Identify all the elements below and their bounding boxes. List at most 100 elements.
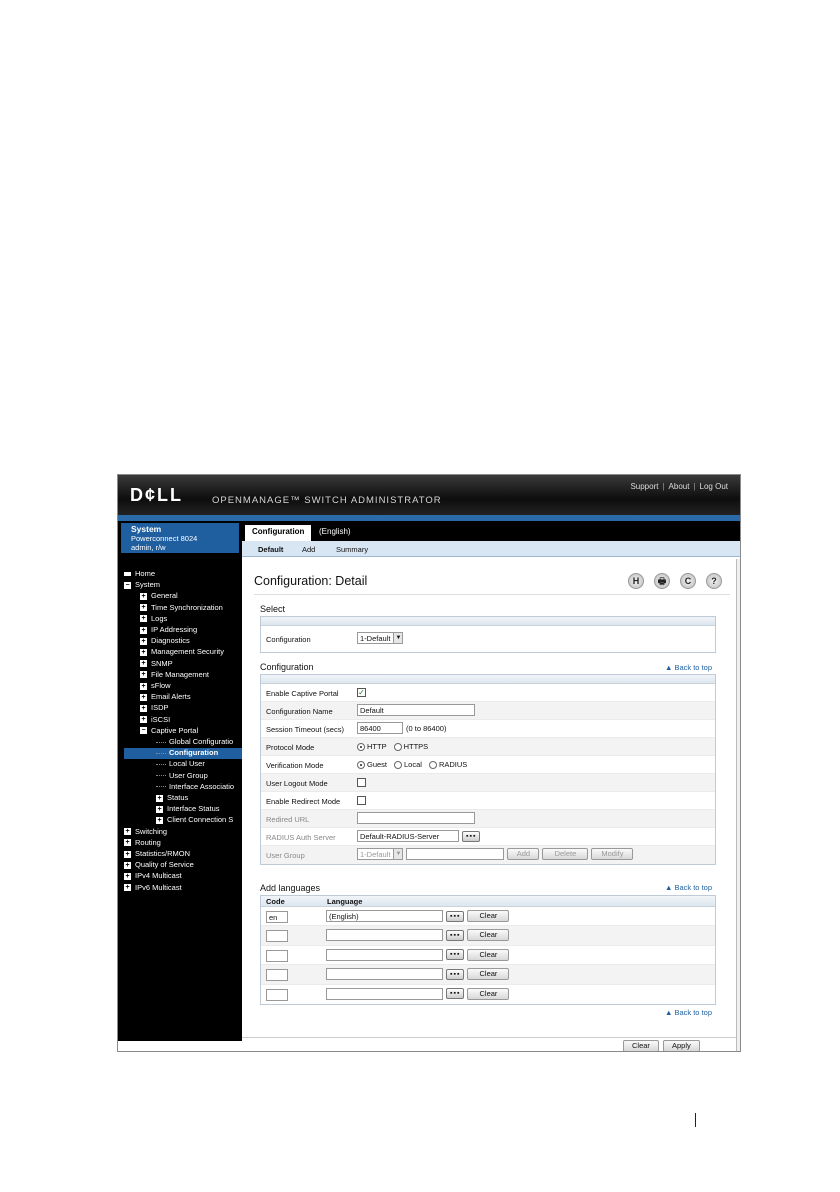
- help-h-icon[interactable]: H: [628, 573, 644, 589]
- language-name-field[interactable]: (English): [326, 910, 443, 922]
- subtab-default[interactable]: Default: [258, 545, 283, 554]
- subtab-add[interactable]: Add: [302, 545, 315, 554]
- guest-radio[interactable]: [357, 760, 365, 769]
- tab-configuration[interactable]: Configuration: [245, 525, 312, 541]
- sidebar-item[interactable]: + Time Synchronization: [140, 603, 223, 614]
- sidebar-item[interactable]: + Quality of Service: [124, 860, 194, 871]
- expand-icon[interactable]: +: [140, 592, 147, 600]
- verification-radius-option[interactable]: RADIUS: [428, 760, 467, 769]
- language-code-field[interactable]: en: [266, 911, 288, 923]
- expand-icon[interactable]: +: [140, 626, 147, 634]
- expand-icon[interactable]: +: [124, 884, 131, 892]
- expand-icon[interactable]: +: [140, 693, 147, 701]
- language-code-field[interactable]: [266, 930, 288, 943]
- language-browse-button[interactable]: ▪▪▪: [446, 988, 465, 1000]
- language-name-field[interactable]: [326, 948, 443, 961]
- language-code-field[interactable]: [266, 988, 288, 1001]
- sidebar-item[interactable]: + Management Security: [140, 647, 224, 658]
- redirect-url-field[interactable]: [357, 812, 475, 824]
- expand-icon[interactable]: +: [124, 861, 131, 869]
- sidebar-item[interactable]: + sFlow: [140, 681, 171, 692]
- sidebar-item[interactable]: + ISDP: [140, 703, 169, 714]
- sidebar-item[interactable]: + iSCSI: [140, 715, 170, 726]
- collapse-icon[interactable]: −: [140, 727, 147, 735]
- language-name-field[interactable]: [326, 968, 443, 981]
- about-link[interactable]: About: [669, 482, 690, 491]
- language-clear-button[interactable]: Clear: [467, 948, 510, 961]
- language-clear-button[interactable]: Clear: [467, 910, 510, 922]
- sidebar-item[interactable]: − Captive Portal: [140, 726, 198, 737]
- support-link[interactable]: Support: [630, 482, 658, 491]
- sidebar-item[interactable]: Configuration: [124, 748, 242, 760]
- content-scrollbar[interactable]: [736, 559, 740, 1051]
- sidebar-item[interactable]: Local User: [156, 759, 205, 770]
- sidebar-item[interactable]: + File Management: [140, 670, 209, 681]
- expand-icon[interactable]: +: [156, 805, 163, 813]
- expand-icon[interactable]: +: [156, 816, 163, 824]
- protocol-http-option[interactable]: HTTP: [357, 742, 387, 751]
- expand-icon[interactable]: +: [140, 716, 147, 724]
- language-clear-button[interactable]: Clear: [467, 987, 510, 1000]
- expand-icon[interactable]: +: [124, 872, 131, 880]
- user-logout-checkbox[interactable]: [357, 778, 366, 787]
- config-select[interactable]: 1-Default ▼: [357, 632, 404, 644]
- sidebar-item[interactable]: + Logs: [140, 614, 167, 625]
- user-group-select[interactable]: 1-Default ▼: [357, 848, 404, 860]
- expand-icon[interactable]: +: [124, 828, 131, 836]
- expand-icon[interactable]: +: [124, 850, 131, 858]
- logout-link[interactable]: Log Out: [700, 482, 728, 491]
- subtab-summary[interactable]: Summary: [336, 545, 368, 554]
- expand-icon[interactable]: +: [140, 682, 147, 690]
- sidebar-item[interactable]: Home: [124, 569, 155, 580]
- sidebar-item[interactable]: + IPv6 Multicast: [124, 883, 182, 894]
- user-group-add-button[interactable]: Add: [507, 848, 540, 860]
- expand-icon[interactable]: +: [140, 637, 147, 645]
- sidebar-item[interactable]: User Group: [156, 771, 208, 782]
- back-to-top-link[interactable]: ▲ Back to top: [665, 663, 712, 672]
- sidebar-item[interactable]: + IPv4 Multicast: [124, 871, 182, 882]
- tab-english[interactable]: (English): [312, 525, 358, 541]
- sidebar-item[interactable]: + Switching: [124, 827, 167, 838]
- language-code-field[interactable]: [266, 949, 288, 962]
- user-group-modify-button[interactable]: Modify: [591, 848, 634, 860]
- sidebar-item[interactable]: Global Configuratio: [156, 737, 233, 748]
- language-browse-button[interactable]: ▪▪▪: [446, 929, 465, 941]
- language-browse-button[interactable]: ▪▪▪: [446, 968, 465, 980]
- sidebar-item[interactable]: + SNMP: [140, 659, 173, 670]
- back-to-top-link-3[interactable]: ▲ Back to top: [665, 1008, 712, 1017]
- expand-icon[interactable]: +: [140, 704, 147, 712]
- refresh-icon[interactable]: C: [680, 573, 696, 589]
- expand-icon[interactable]: +: [140, 648, 147, 656]
- apply-button[interactable]: Apply: [663, 1040, 700, 1051]
- language-clear-button[interactable]: Clear: [467, 929, 510, 942]
- config-name-field[interactable]: Default: [357, 704, 475, 716]
- sidebar-item[interactable]: + Email Alerts: [140, 692, 191, 703]
- user-group-field[interactable]: [406, 848, 505, 860]
- print-icon[interactable]: 🖶: [654, 573, 670, 589]
- radius-browse-button[interactable]: ▪▪▪: [462, 830, 481, 842]
- expand-icon[interactable]: +: [140, 615, 147, 623]
- sidebar-item[interactable]: + Client Connection S: [156, 815, 233, 826]
- expand-icon[interactable]: +: [140, 671, 147, 679]
- radius-radio[interactable]: [428, 760, 437, 769]
- verification-guest-option[interactable]: Guest: [357, 760, 387, 769]
- expand-icon[interactable]: +: [140, 604, 147, 612]
- language-name-field[interactable]: [326, 929, 443, 942]
- radius-server-field[interactable]: Default-RADIUS-Server: [357, 830, 459, 842]
- sidebar-item[interactable]: Interface Associatio: [156, 782, 234, 793]
- sidebar-item[interactable]: + IP Addressing: [140, 625, 197, 636]
- sidebar-item[interactable]: + Statistics/RMON: [124, 849, 190, 860]
- back-to-top-link-2[interactable]: ▲ Back to top: [665, 883, 712, 892]
- enable-redirect-checkbox[interactable]: [357, 796, 366, 805]
- collapse-icon[interactable]: −: [124, 581, 131, 589]
- http-radio[interactable]: [357, 742, 365, 751]
- expand-icon[interactable]: +: [140, 660, 147, 668]
- sidebar-item[interactable]: + General: [140, 591, 178, 602]
- sidebar-item[interactable]: + Interface Status: [156, 804, 220, 815]
- language-code-field[interactable]: [266, 969, 288, 982]
- question-icon[interactable]: ?: [706, 573, 722, 589]
- enable-cp-checkbox[interactable]: ✓: [357, 688, 366, 697]
- sidebar-item[interactable]: + Diagnostics: [140, 636, 190, 647]
- sidebar-item[interactable]: + Status: [156, 793, 188, 804]
- expand-icon[interactable]: +: [156, 794, 163, 802]
